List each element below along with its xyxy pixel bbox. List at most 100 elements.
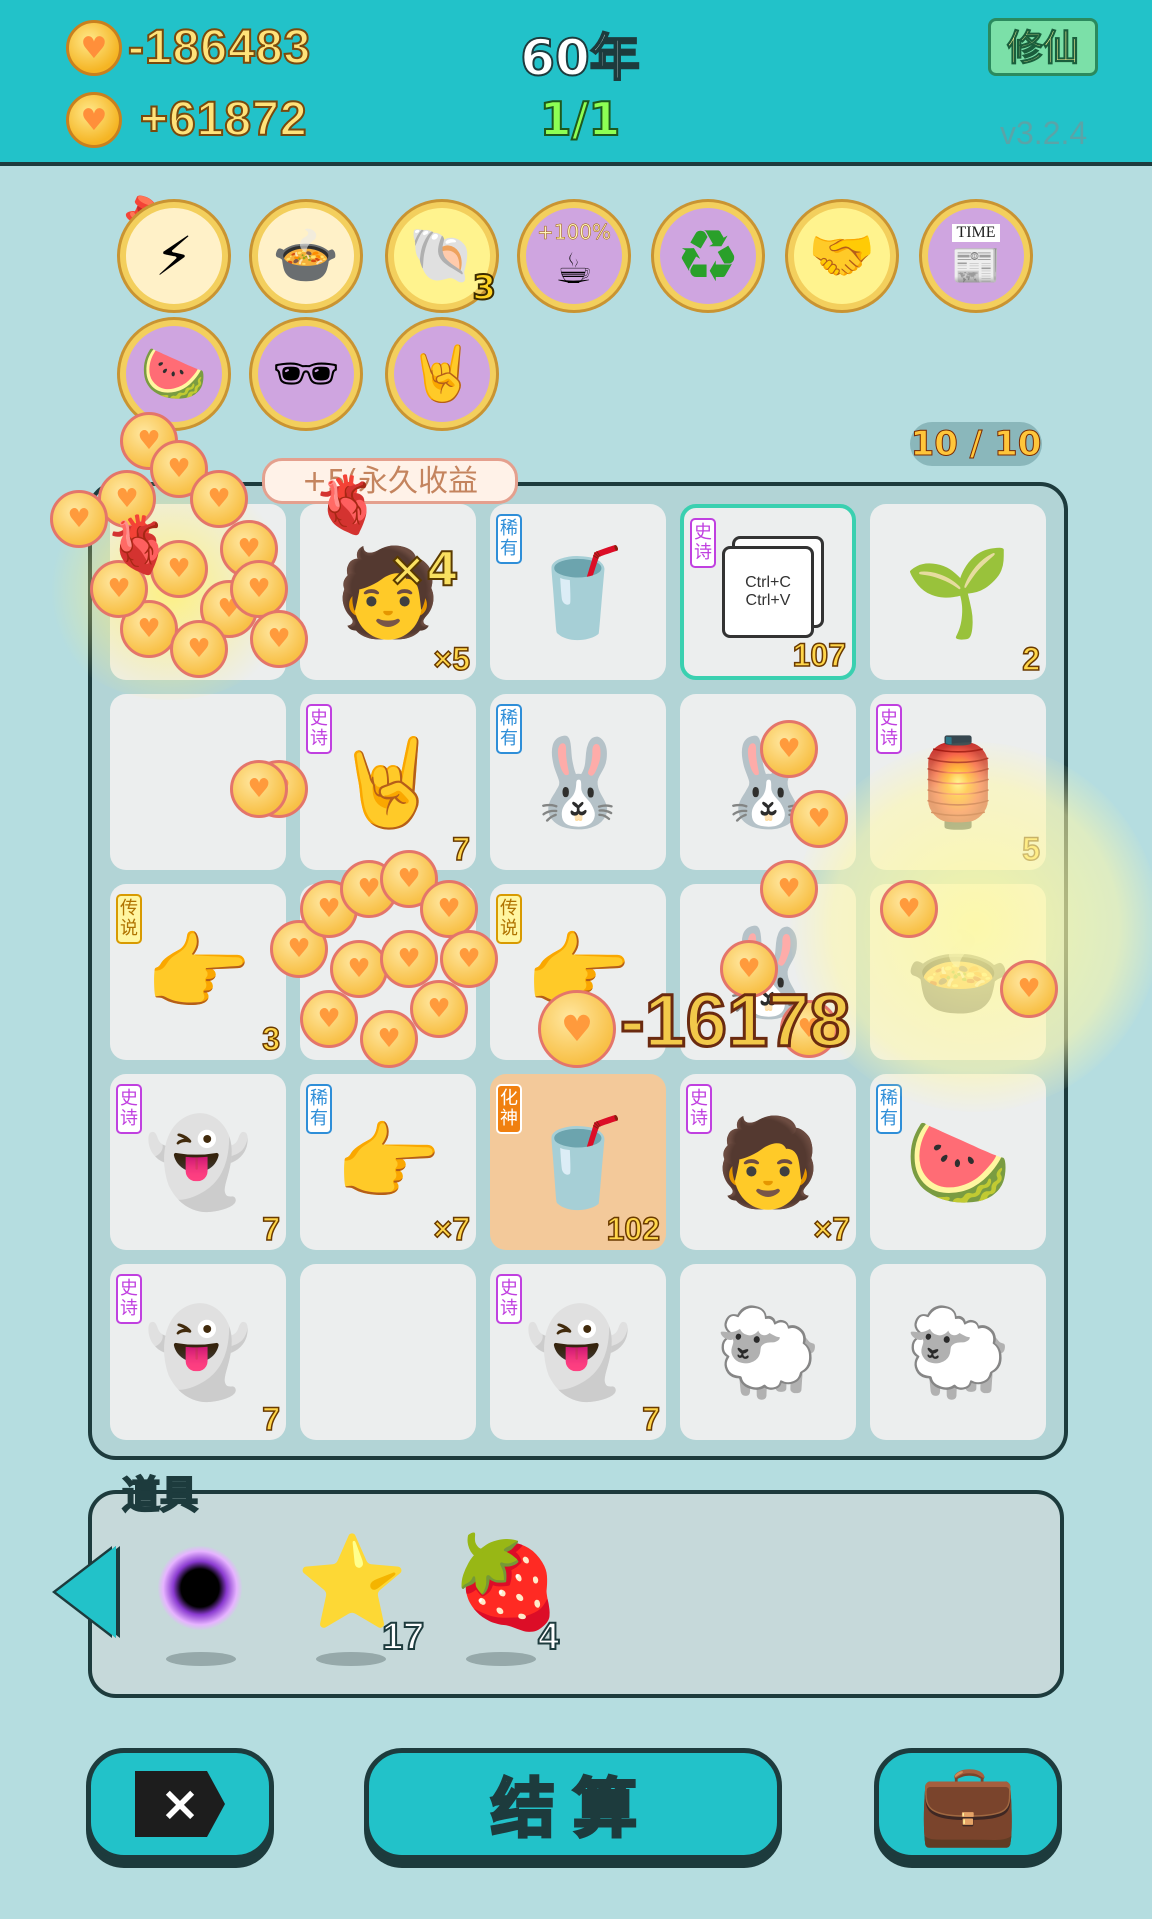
coin-icon: ♥ bbox=[790, 790, 848, 848]
board-cell[interactable]: 🐑 bbox=[680, 1264, 856, 1440]
handshake-icon: 🤝 bbox=[808, 224, 876, 287]
coin-icon: ♥ bbox=[190, 470, 248, 528]
item-shadow bbox=[466, 1652, 536, 1666]
coin-icon: ♥ bbox=[538, 990, 616, 1068]
relic-badge: 3 bbox=[471, 267, 497, 309]
multiplier-label: ×4 bbox=[387, 541, 460, 597]
settle-button[interactable]: 结算 bbox=[364, 1748, 782, 1860]
coin-icon: ♥ bbox=[880, 880, 938, 938]
coin-icon: ♥ bbox=[380, 930, 438, 988]
cell-count: 102 bbox=[606, 1210, 661, 1248]
board-cell[interactable]: 👉 传说 3 bbox=[110, 884, 286, 1060]
coin-icon: ♥ bbox=[440, 930, 498, 988]
top-bar: ♥ -186483 ♥ +61872 60年 1/1 修仙 v3.2.4 bbox=[0, 0, 1152, 166]
cell-icon: 👻 bbox=[144, 1112, 252, 1213]
cell-count: 3 bbox=[261, 1020, 280, 1058]
cell-icon: 🧑 bbox=[714, 1112, 822, 1213]
coin-icon: ♥ bbox=[230, 760, 288, 818]
rarity-tag: 史诗 bbox=[686, 1084, 712, 1134]
cultivate-button[interactable]: 修仙 bbox=[988, 18, 1098, 76]
income-banner: +5(永久收益 bbox=[262, 458, 518, 504]
year-counter: 60年 bbox=[519, 28, 641, 88]
black-hole-icon bbox=[158, 1546, 242, 1630]
cell-count: 7 bbox=[261, 1400, 280, 1438]
item-shadow bbox=[166, 1652, 236, 1666]
coin-icon: ♥ bbox=[330, 940, 388, 998]
cell-icon: 👉 bbox=[334, 1112, 442, 1213]
rarity-tag: 史诗 bbox=[496, 1274, 522, 1324]
board-cell[interactable]: 🐑 bbox=[870, 1264, 1046, 1440]
board-cell[interactable]: 👻 史诗 7 bbox=[490, 1264, 666, 1440]
pot-icon: 🍲 bbox=[272, 224, 340, 287]
board-cell[interactable]: 👉 稀有 ×7 bbox=[300, 1074, 476, 1250]
rarity-tag: 稀有 bbox=[496, 514, 522, 564]
version-label: v3.2.4 bbox=[1000, 115, 1088, 151]
rock-hand-icon: 🤘 bbox=[408, 342, 476, 405]
rarity-tag: 史诗 bbox=[116, 1274, 142, 1324]
cell-icon: 👉 bbox=[144, 922, 252, 1023]
relic-sunglasses[interactable]: 🕶 bbox=[252, 320, 360, 428]
card-text: Ctrl+C bbox=[745, 574, 791, 591]
magazine-title: TIME bbox=[952, 223, 1000, 242]
coin-icon: ♥ bbox=[170, 620, 228, 678]
cell-count: 7 bbox=[451, 830, 470, 868]
relic-cup-boost[interactable]: +100% ☕ bbox=[520, 202, 628, 310]
coin-icon: ♥ bbox=[760, 720, 818, 778]
board-cell[interactable]: 🤘 史诗 7 bbox=[300, 694, 476, 870]
coin-icon: ♥ bbox=[50, 490, 108, 548]
cell-icon: 🥤 bbox=[524, 1112, 632, 1213]
rarity-tag: 稀有 bbox=[496, 704, 522, 754]
rarity-tag: 史诗 bbox=[116, 1084, 142, 1134]
cell-icon: 🥤 bbox=[524, 542, 632, 643]
board-cell[interactable]: 🐰 稀有 bbox=[490, 694, 666, 870]
rarity-tag: 史诗 bbox=[306, 704, 332, 754]
board-cell[interactable]: 👻 史诗 7 bbox=[110, 1264, 286, 1440]
board-cell[interactable] bbox=[300, 1264, 476, 1440]
item-shadow bbox=[316, 1652, 386, 1666]
floating-score: -16178 bbox=[618, 978, 851, 1064]
relic-fruit[interactable]: 🍉 bbox=[120, 320, 228, 428]
cell-icon: 🐑 bbox=[904, 1302, 1012, 1403]
cell-icon: 👻 bbox=[144, 1302, 252, 1403]
liver-icon: 🫀 bbox=[312, 473, 382, 538]
board-cell[interactable]: 🌱 2 bbox=[870, 504, 1046, 680]
sunglasses-icon: 🕶 bbox=[271, 342, 341, 405]
relic-pot[interactable]: 🍲 bbox=[252, 202, 360, 310]
cell-icon: 🐰 bbox=[524, 732, 632, 833]
fruit-icon: 🍉 bbox=[140, 342, 208, 405]
relic-rock-hand[interactable]: 🤘 bbox=[388, 320, 496, 428]
star-count: 17 bbox=[381, 1615, 425, 1659]
relic-shell[interactable]: 🐚 3 bbox=[388, 202, 497, 310]
board-cell[interactable]: 👻 史诗 7 bbox=[110, 1074, 286, 1250]
cell-icon: 👻 bbox=[524, 1302, 632, 1403]
cell-count: 7 bbox=[261, 1210, 280, 1248]
coin-icon: ♥ bbox=[66, 92, 122, 148]
coin-icon: ♥ bbox=[250, 610, 308, 668]
board-capacity: 10 / 10 bbox=[910, 422, 1042, 466]
rarity-tag: 传说 bbox=[116, 894, 142, 944]
rarity-tag: 传说 bbox=[496, 894, 522, 944]
rarity-tag: 稀有 bbox=[306, 1084, 332, 1134]
board-cell[interactable]: Ctrl+C Ctrl+V 史诗 107 bbox=[680, 504, 856, 680]
black-hole-item[interactable] bbox=[158, 1546, 242, 1630]
relic-magazine[interactable]: TIME 📰 bbox=[922, 202, 1030, 310]
coin-icon: ♥ bbox=[1000, 960, 1058, 1018]
cell-icon: 🌱 bbox=[904, 542, 1012, 643]
quit-button[interactable]: × bbox=[86, 1748, 274, 1860]
inventory-button[interactable]: 💼 bbox=[874, 1748, 1062, 1860]
relic-lightning[interactable]: ⚡ bbox=[120, 202, 228, 310]
copy-paste-card-icon: Ctrl+C Ctrl+V bbox=[722, 546, 814, 638]
arrow-left-icon[interactable] bbox=[56, 1546, 116, 1638]
relic-recycle[interactable]: ♻ bbox=[654, 202, 762, 310]
relic-handshake[interactable]: 🤝 bbox=[788, 202, 896, 310]
magazine-icon: 📰 bbox=[951, 242, 1001, 289]
cell-icon: 🤘 bbox=[334, 732, 442, 833]
board-cell[interactable]: 🥤 化神 102 bbox=[490, 1074, 666, 1250]
card-text: Ctrl+V bbox=[745, 592, 791, 609]
cell-icon: 🍉 bbox=[904, 1112, 1012, 1213]
quit-icon: × bbox=[135, 1771, 225, 1837]
coin-icon: ♥ bbox=[410, 980, 468, 1038]
strawberry-count: 4 bbox=[537, 1615, 560, 1659]
board-cell[interactable]: 🥤 稀有 bbox=[490, 504, 666, 680]
board-cell[interactable]: 🧑 史诗 ×7 bbox=[680, 1074, 856, 1250]
